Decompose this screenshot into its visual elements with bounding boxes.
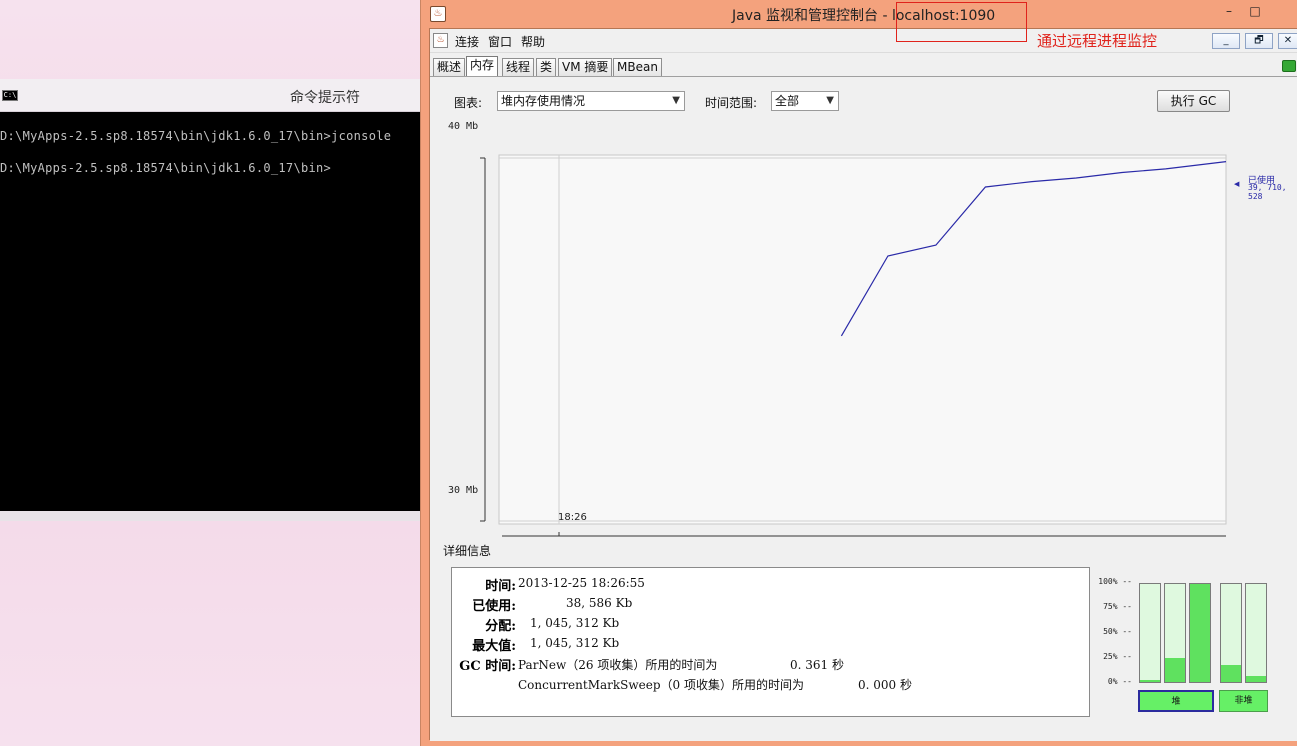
details-box: 时间: 2013-12-25 18:26:55 已使用: 38, 586 Kb …: [451, 567, 1090, 717]
maximize-icon[interactable]: □: [1248, 4, 1262, 18]
cmd-window-bottom-edge: [0, 511, 420, 521]
jconsole-window: ♨ Java 监视和管理控制台 - localhost:1090 – □ ♨ 连…: [420, 0, 1297, 746]
percent-label: 50% --: [1103, 627, 1132, 636]
cmd-title: 命令提示符: [290, 90, 360, 106]
menu-help[interactable]: 帮助: [521, 33, 545, 50]
annotation-text: 通过远程进程监控: [1037, 32, 1158, 50]
memory-chart-svg: [480, 154, 1227, 537]
percent-label: 0% --: [1107, 677, 1132, 686]
x-tick-label: 18:26: [558, 512, 587, 523]
bar-fill: [1140, 680, 1160, 682]
cmd-icon: C:\: [2, 90, 18, 101]
percent-label: 25% --: [1103, 652, 1132, 661]
gc-row-text: ParNew（26 项收集）所用的时间为: [518, 658, 718, 672]
frame-close-button[interactable]: ✕: [1278, 33, 1297, 49]
java-cup-icon: ♨: [433, 33, 448, 48]
tab-memory[interactable]: 内存: [466, 56, 499, 76]
legend-latest-value: 39, 710, 528: [1248, 183, 1287, 201]
used-label: 已使用:: [472, 599, 516, 614]
menu-connect[interactable]: 连接: [455, 33, 479, 50]
time-range-value: 全部: [775, 94, 800, 108]
gc-row-value: 0. 000 秒: [858, 678, 912, 692]
java-cup-icon: ♨: [430, 6, 446, 22]
heap-button[interactable]: 堆: [1138, 690, 1214, 712]
gc-row-text: ConcurrentMarkSweep（0 项收集）所用的时间为: [518, 678, 804, 692]
y-axis-max-label: 40 Mb: [448, 121, 479, 132]
y-axis-min-label: 30 Mb: [448, 485, 479, 496]
legend-pointer-icon: ◀: [1234, 180, 1240, 188]
used-value: 38, 586 Kb: [566, 596, 633, 610]
memory-chart: 40 Mb 30 Mb 18:26 ◀ 已使用 39, 710, 528: [430, 107, 1297, 537]
menu-bar: ♨ 连接 窗口 帮助 _ 🗗 ✕: [430, 29, 1297, 53]
cmd-line: D:\MyApps-2.5.sp8.18574\bin\jdk1.6.0_17\…: [0, 161, 332, 175]
committed-label: 分配:: [485, 619, 516, 634]
heap-pool-bar[interactable]: [1164, 583, 1186, 683]
tab-overview[interactable]: 概述: [433, 58, 466, 76]
bar-fill: [1246, 676, 1266, 682]
jconsole-titlebar[interactable]: ♨ Java 监视和管理控制台 - localhost:1090 – □: [421, 0, 1297, 28]
bar-fill: [1165, 657, 1185, 682]
connection-status-icon[interactable]: [1282, 60, 1296, 72]
chart-select-value: 堆内存使用情况: [501, 94, 586, 108]
tab-threads[interactable]: 线程: [502, 58, 535, 76]
heap-pool-bar[interactable]: [1139, 583, 1161, 683]
max-label: 最大值:: [472, 639, 516, 654]
non-heap-button[interactable]: 非堆: [1219, 690, 1268, 712]
cmd-line: D:\MyApps-2.5.sp8.18574\bin\jdk1.6.0_17\…: [0, 129, 392, 143]
percent-label: 100% --: [1098, 577, 1132, 586]
frame-minimize-button[interactable]: _: [1212, 33, 1240, 49]
tab-vm-summary[interactable]: VM 摘要: [558, 58, 613, 76]
committed-value: 1, 045, 312 Kb: [530, 616, 620, 630]
memory-pool-bars: 100% -- 75% -- 50% -- 25% -- 0% -- 堆 非堆: [1092, 573, 1292, 719]
menu-window[interactable]: 窗口: [488, 33, 512, 50]
time-value: 2013-12-25 18:26:55: [518, 576, 645, 590]
cmd-titlebar[interactable]: C:\ 命令提示符: [0, 79, 420, 112]
annotation-highlight-box: [896, 2, 1027, 42]
cmd-console[interactable]: D:\MyApps-2.5.sp8.18574\bin\jdk1.6.0_17\…: [0, 112, 420, 521]
heap-pool-bar[interactable]: [1189, 583, 1211, 683]
bar-fill: [1221, 665, 1241, 682]
command-prompt-window: C:\ 命令提示符 D:\MyApps-2.5.sp8.18574\bin\jd…: [0, 79, 420, 521]
percent-label: 75% --: [1103, 602, 1132, 611]
plot-background: [498, 154, 1227, 525]
non-heap-pool-bar[interactable]: [1220, 583, 1242, 683]
time-label: 时间:: [485, 579, 516, 594]
minimize-icon[interactable]: –: [1222, 4, 1236, 18]
bar-fill: [1190, 584, 1210, 682]
max-value: 1, 045, 312 Kb: [530, 636, 620, 650]
gc-row-value: 0. 361 秒: [790, 658, 844, 672]
jconsole-internal-frame: ♨ 连接 窗口 帮助 _ 🗗 ✕ 概述 内存 线程 类 VM 摘要 MBean …: [429, 28, 1297, 741]
details-title: 详细信息: [443, 544, 492, 558]
frame-restore-button[interactable]: 🗗: [1245, 33, 1273, 49]
non-heap-pool-bar[interactable]: [1245, 583, 1267, 683]
tab-mbean[interactable]: MBean: [613, 58, 662, 76]
gc-time-label: GC 时间:: [459, 659, 516, 674]
memory-panel: 图表: 堆内存使用情况 ▼ 时间范围: 全部 ▼ 执行 GC 40 Mb 30 …: [430, 76, 1297, 741]
tab-classes[interactable]: 类: [536, 58, 557, 76]
tab-bar: 概述 内存 线程 类 VM 摘要 MBean: [430, 56, 1297, 76]
